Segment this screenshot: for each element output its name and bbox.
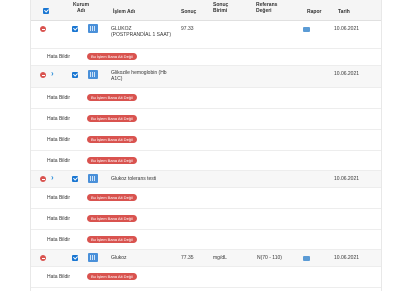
select-all-checkbox[interactable] [43,8,49,14]
header-kurum-adi: Kurum Adı [72,2,90,14]
row-referans-degeri: N(70 - 110) [257,255,282,261]
hata-bildir-label: Hata Bildir [47,195,71,201]
not-mine-button[interactable]: Bu İşlem Bana Ait Değil [87,94,137,101]
right-margin [380,0,400,291]
row-tarih: 10.06.2021 [334,255,360,261]
hata-bildir-label: Hata Bildir [47,158,71,164]
building-icon [88,24,98,33]
row-tarih: 10.06.2021 [334,176,360,182]
report-icon[interactable] [303,27,310,32]
row-sonuc-birimi: mg/dL [213,255,227,261]
row-islem-adi: GLUKOZ (POSTPRANDİAL 1 SAAT) [111,26,172,38]
minus-circle-icon[interactable] [40,26,46,32]
minus-circle-icon[interactable] [40,176,46,182]
header-rapor: Rapor [307,9,322,15]
header-islem-adi: İşlem Adı [113,9,136,15]
table-row[interactable]: › Glukoz tolerans testi 10.06.2021 [31,171,381,188]
not-mine-button[interactable]: Bu İşlem Bana Ait Değil [87,236,137,243]
row-sonuc: 77.35 [181,255,194,261]
error-report-row: Hata Bildir Bu İşlem Bana Ait Değil [31,88,381,109]
row-islem-adi: Glukoz [111,255,127,261]
minus-circle-icon[interactable] [40,255,46,261]
error-report-row: Hata Bildir Bu İşlem Bana Ait Değil [31,109,381,130]
error-report-row: Hata Bildir Bu İşlem Bana Ait Değil [31,267,381,288]
header-tarih: Tarih [338,9,350,15]
hata-bildir-label: Hata Bildir [47,237,71,243]
hata-bildir-label: Hata Bildir [47,216,71,222]
error-report-row: Hata Bildir Bu İşlem Bana Ait Değil [31,49,381,66]
hata-bildir-label: Hata Bildir [47,95,71,101]
error-report-row: Hata Bildir Bu İşlem Bana Ait Değil [31,130,381,151]
error-report-row: Hata Bildir Bu İşlem Bana Ait Değil [31,188,381,209]
row-checkbox[interactable] [72,255,78,261]
row-islem-adi: Glukoz tolerans testi [111,176,157,182]
row-checkbox[interactable] [72,176,78,182]
building-icon [88,174,98,183]
table-header: Kurum Adı İşlem Adı Sonuç Sonuç Birimi R… [31,0,381,21]
chevron-right-icon[interactable]: › [51,174,54,182]
not-mine-button[interactable]: Bu İşlem Bana Ait Değil [87,215,137,222]
minus-circle-icon[interactable] [40,72,46,78]
row-tarih: 10.06.2021 [334,26,360,32]
row-tarih: 10.06.2021 [334,71,360,77]
header-sonuc-birimi: Sonuç Birimi [213,2,229,14]
building-icon [88,253,98,262]
not-mine-button[interactable]: Bu İşlem Bana Ait Değil [87,157,137,164]
building-icon [88,70,98,79]
hata-bildir-label: Hata Bildir [47,274,71,280]
not-mine-button[interactable]: Bu İşlem Bana Ait Değil [87,53,137,60]
not-mine-button[interactable]: Bu İşlem Bana Ait Değil [87,194,137,201]
row-sonuc: 97.33 [181,26,194,32]
header-referans-degeri: Referans Değeri [256,2,278,14]
header-sonuc: Sonuç [181,9,197,15]
row-islem-adi: Glikozile hemoglobin (Hb A1C) [111,70,167,82]
results-table: Kurum Adı İşlem Adı Sonuç Sonuç Birimi R… [30,0,382,291]
error-report-row: Hata Bildir Bu İşlem Bana Ait Değil [31,230,381,250]
left-margin [0,0,30,291]
hata-bildir-label: Hata Bildir [47,116,71,122]
not-mine-button[interactable]: Bu İşlem Bana Ait Değil [87,115,137,122]
table-row[interactable]: Glukoz 77.35 mg/dL N(70 - 110) 10.06.202… [31,250,381,267]
table-row[interactable]: › Glikozile hemoglobin (Hb A1C) 10.06.20… [31,66,381,88]
row-checkbox[interactable] [72,72,78,78]
error-report-row: Hata Bildir Bu İşlem Bana Ait Değil [31,209,381,230]
not-mine-button[interactable]: Bu İşlem Bana Ait Değil [87,273,137,280]
not-mine-button[interactable]: Bu İşlem Bana Ait Değil [87,136,137,143]
report-icon[interactable] [303,256,310,261]
chevron-right-icon[interactable]: › [51,70,54,78]
page: Kurum Adı İşlem Adı Sonuç Sonuç Birimi R… [0,0,400,291]
hata-bildir-label: Hata Bildir [47,137,71,143]
hata-bildir-label: Hata Bildir [47,54,71,60]
error-report-row: Hata Bildir Bu İşlem Bana Ait Değil [31,151,381,171]
row-checkbox[interactable] [72,26,78,32]
table-row[interactable]: GLUKOZ (POSTPRANDİAL 1 SAAT) 97.33 10.06… [31,21,381,49]
